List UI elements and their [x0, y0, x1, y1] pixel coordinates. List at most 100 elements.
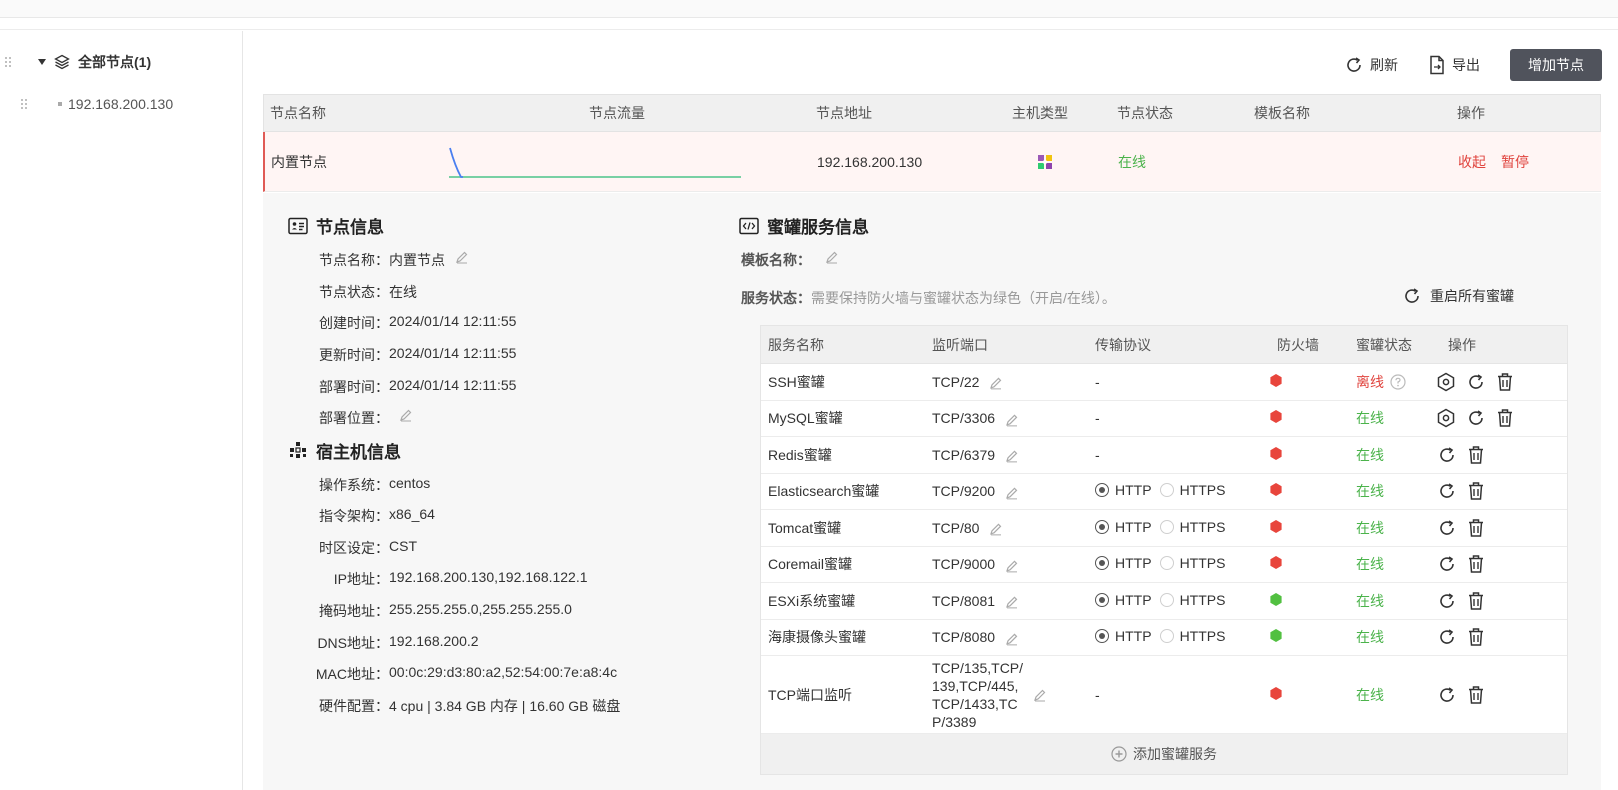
- tree-root[interactable]: 全部节点(1): [4, 50, 151, 74]
- restart-service-icon[interactable]: [1437, 445, 1457, 465]
- add-service-label: 添加蜜罐服务: [1133, 746, 1217, 762]
- edit-icon[interactable]: [1005, 631, 1019, 645]
- col-node-name: 节点名称: [270, 105, 326, 121]
- restart-all-label: 重启所有蜜罐: [1430, 288, 1514, 304]
- firewall-indicator[interactable]: [1269, 410, 1283, 427]
- col-host-type: 主机类型: [1012, 105, 1068, 121]
- field-deploy-time: 部署时间： 2024/01/14 12:11:55: [319, 377, 517, 395]
- field-updated-time: 更新时间： 2024/01/14 12:11:55: [319, 345, 517, 363]
- delete-icon[interactable]: [1467, 627, 1485, 647]
- firewall-indicator[interactable]: [1269, 483, 1283, 500]
- delete-icon[interactable]: [1467, 554, 1485, 574]
- radio-https[interactable]: HTTPS: [1159, 592, 1225, 608]
- col-node-status: 节点状态: [1117, 105, 1173, 121]
- drag-handle-icon[interactable]: [20, 98, 28, 110]
- field-hardware: 硬件配置： 4 cpu | 3.84 GB 内存 | 16.60 GB 磁盘: [319, 698, 621, 714]
- service-port: TCP/3306: [932, 410, 1019, 426]
- edit-icon[interactable]: [1005, 485, 1019, 499]
- status-hint: 需要保持防火墙与蜜罐状态为绿色（开启/在线）。: [811, 290, 1116, 306]
- col-service-actions: 操作: [1448, 336, 1476, 353]
- add-node-button[interactable]: 增加节点: [1510, 49, 1602, 81]
- col-honeypot-status: 蜜罐状态: [1356, 336, 1412, 353]
- delete-icon[interactable]: [1496, 408, 1514, 428]
- honeypot-status: 在线: [1356, 483, 1384, 500]
- traffic-sparkline: [449, 147, 741, 178]
- radio-https[interactable]: HTTPS: [1159, 519, 1225, 535]
- restart-service-icon[interactable]: [1437, 554, 1457, 574]
- service-name: Tomcat蜜罐: [768, 519, 842, 536]
- edit-icon[interactable]: [989, 376, 1003, 390]
- server-grid-icon: [290, 441, 306, 458]
- service-actions: [1437, 591, 1485, 611]
- drag-handle-icon[interactable]: [4, 56, 12, 68]
- service-name: 海康摄像头蜜罐: [768, 629, 866, 646]
- field-node-status: 节点状态： 在线: [319, 284, 417, 300]
- service-protocol: -: [1095, 446, 1100, 463]
- restart-service-icon[interactable]: [1437, 685, 1457, 705]
- firewall-indicator[interactable]: [1269, 629, 1283, 646]
- edit-icon[interactable]: [1033, 688, 1047, 702]
- caret-down-icon[interactable]: [38, 59, 46, 65]
- field-timezone: 时区设定： CST: [319, 538, 417, 556]
- radio-https[interactable]: HTTPS: [1159, 482, 1225, 498]
- restart-service-icon[interactable]: [1437, 518, 1457, 538]
- radio-https[interactable]: HTTPS: [1159, 555, 1225, 571]
- table-row: Redis蜜罐 TCP/6379 - 在线: [761, 437, 1567, 474]
- firewall-indicator[interactable]: [1269, 686, 1283, 703]
- edit-icon[interactable]: [399, 408, 413, 422]
- firewall-indicator[interactable]: [1269, 446, 1283, 463]
- service-port: TCP/9000: [932, 556, 1019, 572]
- firewall-indicator[interactable]: [1269, 373, 1283, 390]
- table-row[interactable]: 内置节点 192.168.200.130 在线 收起 暂停: [263, 132, 1601, 192]
- protocol-radio-group: HTTP HTTPS: [1095, 628, 1233, 646]
- restart-service-icon[interactable]: [1437, 627, 1457, 647]
- help-icon[interactable]: [1390, 374, 1406, 390]
- radio-http[interactable]: HTTP: [1095, 628, 1152, 644]
- restart-service-icon[interactable]: [1437, 481, 1457, 501]
- col-firewall: 防火墙: [1277, 336, 1319, 353]
- firewall-status-icon: [1270, 446, 1282, 460]
- firewall-status-icon: [1270, 556, 1282, 570]
- refresh-button[interactable]: 刷新: [1344, 55, 1398, 75]
- edit-icon[interactable]: [1005, 412, 1019, 426]
- refresh-label: 刷新: [1370, 57, 1398, 73]
- delete-icon[interactable]: [1467, 518, 1485, 538]
- service-name: Redis蜜罐: [768, 446, 832, 463]
- service-port: TCP/22: [932, 374, 1003, 390]
- delete-icon[interactable]: [1467, 685, 1485, 705]
- edit-icon[interactable]: [455, 250, 469, 264]
- firewall-indicator[interactable]: [1269, 519, 1283, 536]
- service-actions: [1437, 481, 1485, 501]
- export-button[interactable]: 导出: [1428, 55, 1480, 75]
- restart-service-icon[interactable]: [1466, 372, 1486, 392]
- service-actions: [1436, 372, 1514, 392]
- edit-icon[interactable]: [1005, 595, 1019, 609]
- delete-icon[interactable]: [1467, 445, 1485, 465]
- edit-icon[interactable]: [825, 250, 839, 264]
- radio-http[interactable]: HTTP: [1095, 555, 1152, 571]
- restart-service-icon[interactable]: [1466, 408, 1486, 428]
- edit-icon[interactable]: [989, 522, 1003, 536]
- collapse-link[interactable]: 收起: [1458, 152, 1486, 172]
- radio-http[interactable]: HTTP: [1095, 519, 1152, 535]
- restart-service-icon[interactable]: [1437, 591, 1457, 611]
- add-service-button[interactable]: 添加蜜罐服务: [761, 734, 1567, 774]
- restart-all-button[interactable]: 重启所有蜜罐: [1402, 286, 1514, 306]
- radio-https[interactable]: HTTPS: [1159, 628, 1225, 644]
- delete-icon[interactable]: [1467, 481, 1485, 501]
- delete-icon[interactable]: [1496, 372, 1514, 392]
- settings-hex-icon[interactable]: [1436, 372, 1456, 392]
- table-row: 海康摄像头蜜罐 TCP/8080 HTTP HTTPS 在线: [761, 619, 1567, 656]
- firewall-indicator[interactable]: [1269, 592, 1283, 609]
- radio-http[interactable]: HTTP: [1095, 592, 1152, 608]
- edit-icon[interactable]: [1005, 558, 1019, 572]
- firewall-indicator[interactable]: [1269, 556, 1283, 573]
- settings-hex-icon[interactable]: [1436, 408, 1456, 428]
- tree-item-node[interactable]: 192.168.200.130: [20, 92, 173, 116]
- layers-icon: [54, 54, 70, 70]
- delete-icon[interactable]: [1467, 591, 1485, 611]
- edit-icon[interactable]: [1005, 449, 1019, 463]
- pause-link[interactable]: 暂停: [1501, 152, 1529, 172]
- radio-http[interactable]: HTTP: [1095, 482, 1152, 498]
- table-row: Tomcat蜜罐 TCP/80 HTTP HTTPS 在线: [761, 510, 1567, 547]
